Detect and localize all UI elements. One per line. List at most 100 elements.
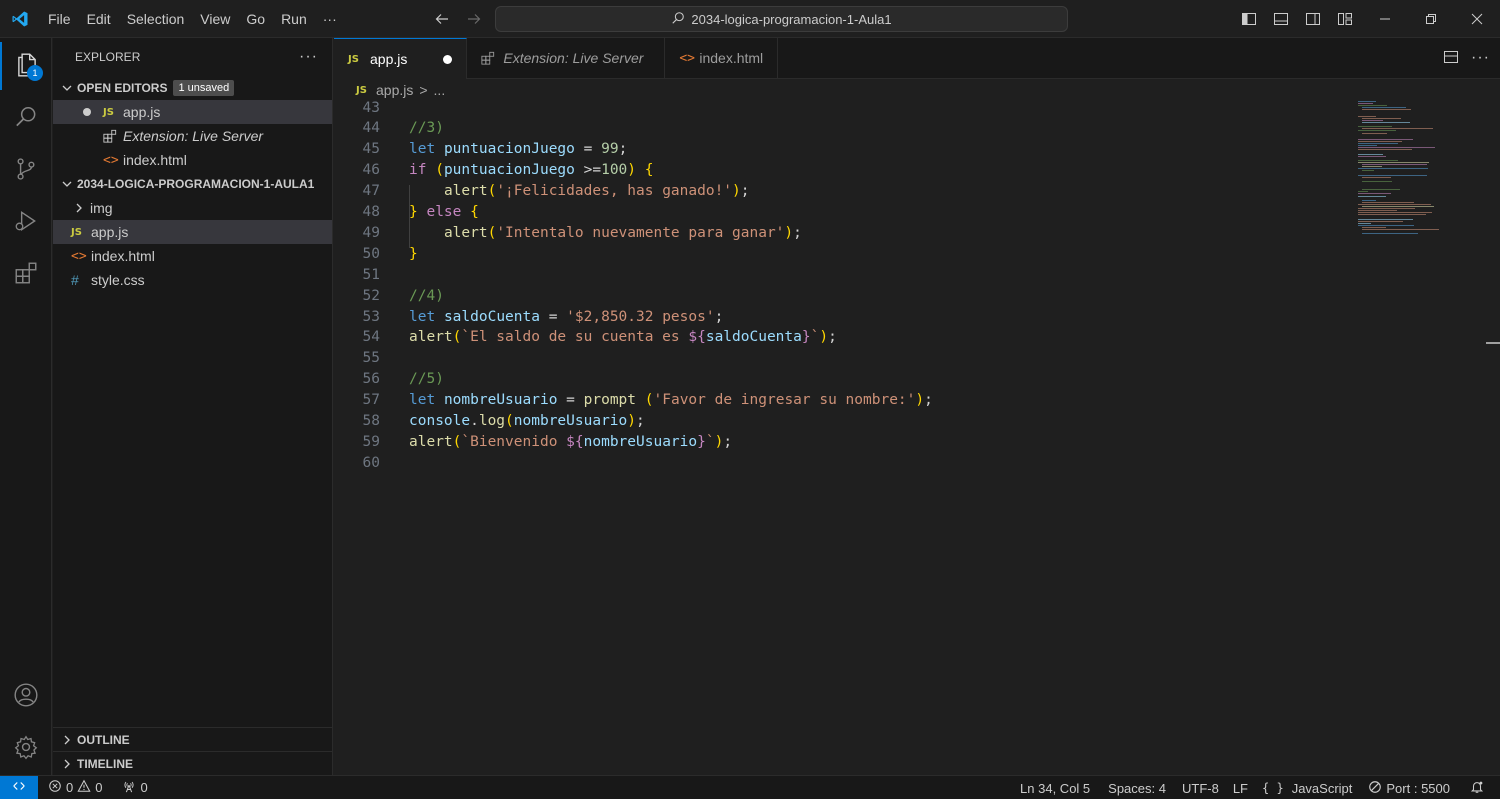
file-index-html[interactable]: <> index.html [53, 244, 332, 268]
back-arrow-icon[interactable] [432, 9, 452, 29]
problems-indicator[interactable]: 0 0 [42, 776, 108, 799]
folder-img[interactable]: img [53, 196, 332, 220]
activity-manage[interactable] [0, 724, 52, 772]
file-app-js[interactable]: JS app.js [53, 220, 332, 244]
search-icon [13, 104, 39, 133]
activity-source-control[interactable] [0, 146, 52, 194]
tab-label: index.html [699, 50, 764, 66]
command-center-search[interactable]: 2034-logica-programacion-1-Aula1 [495, 6, 1068, 32]
minimap-line [1358, 222, 1371, 224]
menu-selection[interactable]: Selection [119, 0, 193, 38]
minimap-line [1358, 138, 1413, 140]
chevron-down-icon [59, 176, 75, 192]
code-line[interactable]: 44 //3) [334, 118, 1354, 139]
ports-indicator[interactable]: 0 [116, 776, 153, 799]
code-line[interactable]: 49 alert('Intentalo nuevamente para gana… [334, 222, 1354, 243]
timeline-title: TIMELINE [77, 756, 133, 771]
code-line[interactable]: 48} else { [334, 202, 1354, 223]
customize-layout-icon[interactable] [1332, 6, 1358, 32]
tab-live-server[interactable]: Extension: Live Server [467, 38, 666, 78]
open-editor-index-html[interactable]: <> index.html [53, 148, 332, 172]
status-right: Ln 34, Col 5 Spaces: 4 UTF-8 LF { } Java… [1014, 776, 1490, 799]
code-line[interactable]: 55 [334, 348, 1354, 369]
cursor-position[interactable]: Ln 34, Col 5 [1014, 776, 1096, 799]
outline-header[interactable]: OUTLINE [53, 727, 332, 751]
code-line[interactable]: 46 if (puntuacionJuego >=100) { [334, 160, 1354, 181]
line-number: 58 [362, 413, 380, 429]
timeline-header[interactable]: TIMELINE [53, 751, 332, 775]
minimap-line [1358, 105, 1387, 107]
toggle-secondary-sidebar-icon[interactable] [1300, 6, 1326, 32]
unsaved-dot-icon[interactable] [443, 54, 453, 64]
indentation[interactable]: Spaces: 4 [1102, 776, 1172, 799]
language-mode[interactable]: { } JavaScript [1256, 776, 1358, 799]
activity-search[interactable] [0, 94, 52, 142]
menu-go[interactable]: Go [238, 0, 273, 38]
menu-edit[interactable]: Edit [79, 0, 119, 38]
line-number: 50 [362, 245, 380, 262]
explorer-more-actions[interactable]: ··· [299, 48, 318, 66]
open-editor-app-js[interactable]: JS app.js [53, 100, 332, 124]
live-server-port[interactable]: Port : 5500 [1362, 776, 1456, 799]
explorer-header: EXPLORER ··· [53, 38, 332, 76]
code-editor[interactable]: 43 44 //3) 45 let puntuacionJuego = 99; 46 if … [334, 100, 1500, 775]
menu-run[interactable]: Run [273, 0, 315, 38]
activity-accounts[interactable] [0, 672, 52, 720]
line-number: 54 [362, 329, 380, 346]
activity-extensions[interactable] [0, 250, 52, 298]
code-line[interactable]: 47 alert('¡Felicidades, has ganado!'); [334, 181, 1354, 202]
breadcrumb-symbols[interactable]: ... [434, 82, 446, 98]
open-editors-header[interactable]: OPEN EDITORS 1 unsaved [53, 76, 332, 100]
minimap-line [1362, 229, 1439, 231]
breadcrumb-file[interactable]: app.js [376, 82, 413, 98]
ports-count: 0 [140, 780, 148, 795]
tab-app-js[interactable]: JS app.js [334, 38, 468, 79]
code-line[interactable]: 50} [334, 243, 1354, 264]
encoding[interactable]: UTF-8 [1176, 776, 1225, 799]
tab-index-html[interactable]: <> index.html [665, 38, 779, 78]
forward-arrow-icon[interactable] [464, 9, 484, 29]
code-line[interactable]: 54 alert(`El saldo de su cuenta es ${sald… [334, 327, 1354, 348]
toggle-primary-sidebar-icon[interactable] [1236, 6, 1262, 32]
minimap-line [1358, 103, 1373, 105]
notifications[interactable] [1464, 776, 1490, 799]
restore-icon[interactable] [1408, 0, 1454, 38]
code-line[interactable]: 51 [334, 264, 1354, 285]
editor-actions: ··· [1443, 38, 1490, 78]
code-line[interactable]: 60 [334, 452, 1354, 473]
close-window-icon[interactable] [1454, 0, 1500, 38]
code-line[interactable]: 57 let nombreUsuario = prompt ('Favor de … [334, 390, 1354, 411]
minimap-line [1358, 195, 1386, 197]
menu-more[interactable]: ··· [315, 0, 345, 38]
end-of-line[interactable]: LF [1227, 776, 1254, 799]
folder-header[interactable]: 2034-LOGICA-PROGRAMACION-1-AULA1 [53, 172, 332, 196]
split-editor-icon[interactable] [1443, 49, 1459, 68]
more-actions-icon[interactable]: ··· [1471, 49, 1490, 67]
menu-file[interactable]: File [40, 0, 79, 38]
code-line[interactable]: 56 //5) [334, 369, 1354, 390]
minimize-icon[interactable] [1362, 0, 1408, 38]
code-line[interactable]: 52 //4) [334, 285, 1354, 306]
minimap-line [1358, 191, 1368, 193]
minimap[interactable] [1358, 101, 1444, 241]
activity-run-debug[interactable] [0, 198, 52, 246]
warning-icon [77, 779, 91, 796]
code-line[interactable]: 59 alert(`Bienvenido ${nombreUsuario}`); [334, 431, 1354, 452]
javascript-file-icon: JS [356, 84, 367, 96]
code-text: alert('¡Felicidades, has ganado!'); [443, 183, 750, 200]
code-line[interactable]: 45 let puntuacionJuego = 99; [334, 139, 1354, 160]
minimap-line [1362, 233, 1418, 235]
code-line[interactable]: 53 let saldoCuenta = '$2,850.32 pesos'; [334, 306, 1354, 327]
vertical-scrollbar[interactable] [1486, 101, 1500, 775]
open-editors-title: OPEN EDITORS [77, 81, 168, 95]
activity-explorer[interactable]: 1 [0, 42, 52, 90]
file-label: style.css [91, 272, 145, 288]
search-icon [671, 11, 685, 28]
menu-view[interactable]: View [192, 0, 238, 38]
code-line[interactable]: 43 [334, 97, 1354, 118]
remote-indicator[interactable] [0, 775, 38, 799]
open-editor-live-server[interactable]: Extension: Live Server [53, 124, 332, 148]
toggle-panel-icon[interactable] [1268, 6, 1294, 32]
code-line[interactable]: 58 console.log(nombreUsuario); [334, 411, 1354, 432]
file-style-css[interactable]: # style.css [53, 268, 332, 292]
